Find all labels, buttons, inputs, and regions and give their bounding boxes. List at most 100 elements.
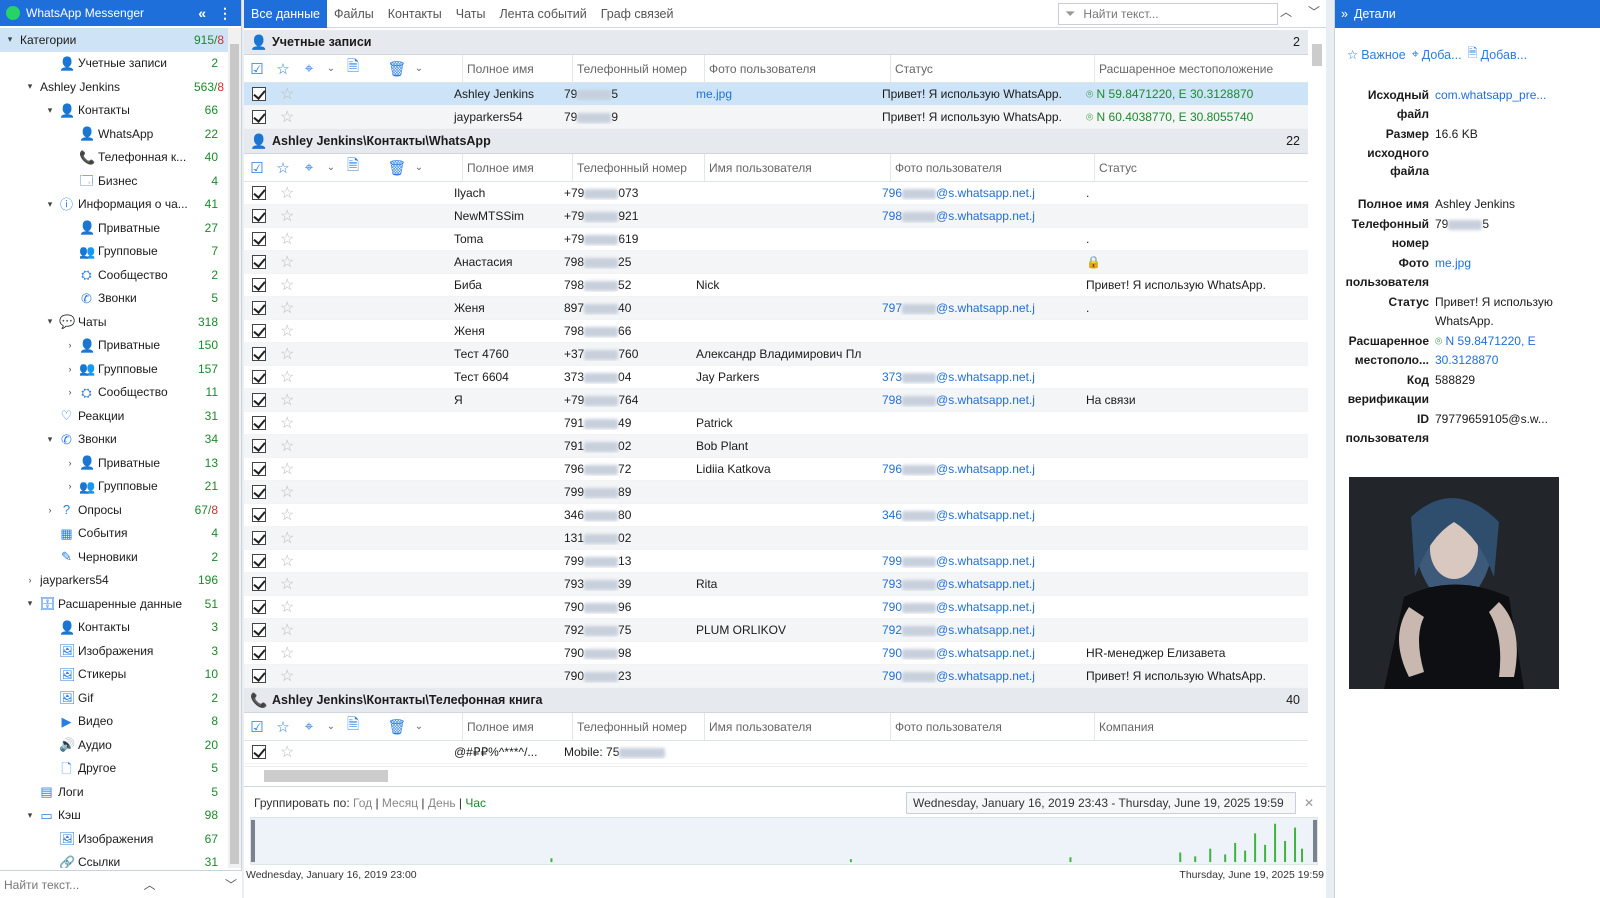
toggle-icon[interactable]: ▾ <box>44 105 56 116</box>
star-icon[interactable]: ☆ <box>280 390 300 410</box>
tree-item[interactable]: ▾ ⓘ Информация о ча... 41 <box>0 193 228 217</box>
row-checkbox[interactable] <box>252 508 266 522</box>
star-icon[interactable]: ☆ <box>270 718 296 736</box>
tree-item[interactable]: 🔗 Ссылки 31 <box>0 851 228 868</box>
star-icon[interactable]: ☆ <box>280 107 300 127</box>
details-action[interactable]: ☆ Важное <box>1347 44 1406 65</box>
table-row[interactable]: ☆ Биба 798 52 Nick Привет! Я использую WhatsA… <box>244 274 1308 297</box>
table-row[interactable]: ☆ Ilyach +79 073 796 @s.whatsapp.net.j. <box>244 182 1308 205</box>
tree-item[interactable]: 🖼 Стикеры 10 <box>0 663 228 687</box>
table-row[interactable]: ☆ Женя 798 66 <box>244 320 1308 343</box>
star-icon[interactable]: ☆ <box>280 229 300 249</box>
group-by-option[interactable]: Час <box>465 796 486 810</box>
toggle-icon[interactable]: ▾ <box>24 81 36 92</box>
table-row[interactable]: ☆ 796 72 Lidiia Katkova 796 @s.whatsapp.net.j <box>244 458 1308 481</box>
row-checkbox[interactable] <box>252 669 266 683</box>
toggle-icon[interactable]: ▾ <box>24 598 36 609</box>
row-checkbox[interactable] <box>252 393 266 407</box>
details-action[interactable]: 🗎 Добав... <box>1468 44 1528 65</box>
column-header[interactable]: Телефонный номер <box>572 154 704 181</box>
row-checkbox[interactable] <box>252 439 266 453</box>
tag-icon[interactable]: ⌖ <box>296 60 322 77</box>
dropdown-icon[interactable]: ⌄ <box>322 721 340 732</box>
star-icon[interactable]: ☆ <box>280 275 300 295</box>
row-checkbox[interactable] <box>252 278 266 292</box>
row-checkbox[interactable] <box>252 646 266 660</box>
star-icon[interactable]: ☆ <box>280 643 300 663</box>
dropdown-icon[interactable]: ⌄ <box>410 162 428 173</box>
close-icon[interactable]: ✕ <box>1304 796 1314 810</box>
group-by-option[interactable]: Год <box>353 796 372 810</box>
tree-item[interactable]: ▾ 🗄 Расшаренные данные 51 <box>0 592 228 616</box>
table-row[interactable]: ☆ 790 96 790 @s.whatsapp.net.j <box>244 596 1308 619</box>
tab-4[interactable]: Лента событий <box>492 0 593 28</box>
row-checkbox[interactable] <box>252 87 266 101</box>
column-header[interactable]: Фото пользователя <box>890 154 1094 181</box>
table-row[interactable]: ☆ @#₽₽%^***^/... Mobile: 75 <box>244 741 1308 764</box>
export-icon[interactable]: 🗎 <box>340 155 366 180</box>
toggle-icon[interactable]: › <box>24 575 36 585</box>
details-action[interactable]: ⌖ Доба... <box>1412 44 1462 65</box>
column-header[interactable]: Статус <box>890 55 1094 82</box>
star-icon[interactable]: ☆ <box>280 505 300 525</box>
table-row[interactable]: ☆ Женя 897 40 797 @s.whatsapp.net.j. <box>244 297 1308 320</box>
star-icon[interactable]: ☆ <box>280 367 300 387</box>
tree-item[interactable]: 👥 Групповые 7 <box>0 240 228 264</box>
tree-item[interactable]: 🖼 Изображения 67 <box>0 827 228 851</box>
row-checkbox[interactable] <box>252 255 266 269</box>
more-menu-icon[interactable]: ⋮ <box>215 5 235 22</box>
star-icon[interactable]: ☆ <box>280 742 300 762</box>
export-icon[interactable]: 🗎 <box>340 56 366 81</box>
toggle-icon[interactable]: › <box>44 505 56 515</box>
star-icon[interactable]: ☆ <box>280 183 300 203</box>
search-next-icon[interactable]: ﹀ <box>220 876 242 893</box>
row-checkbox[interactable] <box>252 232 266 246</box>
section-header[interactable]: 👤 Учетные записи 2 <box>244 30 1308 55</box>
tree-item[interactable]: 🗔 Бизнес 4 <box>0 169 228 193</box>
tree-item[interactable]: › 👥 Групповые 157 <box>0 357 228 381</box>
column-header[interactable]: Компания <box>1094 713 1308 740</box>
toggle-icon[interactable]: › <box>64 458 76 468</box>
star-icon[interactable]: ☆ <box>280 459 300 479</box>
collapse-panel-icon[interactable]: « <box>195 5 209 21</box>
toggle-icon[interactable]: ▾ <box>44 199 56 210</box>
column-header[interactable]: Расшаренное местоположение <box>1094 55 1308 82</box>
tree-item[interactable]: › ⛭ Сообщество 11 <box>0 381 228 405</box>
table-row[interactable]: ☆ Toma +79 619. <box>244 228 1308 251</box>
table-row[interactable]: ☆ 346 80 346 @s.whatsapp.net.j <box>244 504 1308 527</box>
row-checkbox[interactable] <box>252 301 266 315</box>
tag-icon[interactable]: ⌖ <box>296 718 322 735</box>
tab-3[interactable]: Чаты <box>449 0 493 28</box>
tree-item[interactable]: 🖼 Изображения 3 <box>0 639 228 663</box>
row-checkbox[interactable] <box>252 416 266 430</box>
column-header[interactable]: Фото пользователя <box>704 55 890 82</box>
tree-item[interactable]: 📞 Телефонная к... 40 <box>0 146 228 170</box>
toggle-icon[interactable]: › <box>64 364 76 374</box>
table-row[interactable]: ☆ 792 75 PLUM ORLIKOV 792 @s.whatsapp.net.j <box>244 619 1308 642</box>
table-row[interactable]: ☆ Ashley Jenkins 79 5 me.jpg Привет! Я исполь… <box>244 83 1308 106</box>
table-row[interactable]: ☆ 799 13 799 @s.whatsapp.net.j <box>244 550 1308 573</box>
row-checkbox[interactable] <box>252 110 266 124</box>
row-checkbox[interactable] <box>252 554 266 568</box>
search-next-icon[interactable]: ﹀ <box>1308 3 1320 25</box>
star-icon[interactable]: ☆ <box>270 60 296 78</box>
delete-icon[interactable]: 🗑 <box>384 718 410 736</box>
star-icon[interactable]: ☆ <box>280 252 300 272</box>
toggle-icon[interactable]: ▾ <box>24 810 36 821</box>
tag-icon[interactable]: ⌖ <box>296 159 322 176</box>
group-by-option[interactable]: Месяц <box>382 796 418 810</box>
center-search-box[interactable]: ⏷ Найти текст... <box>1058 3 1278 25</box>
search-prev-icon[interactable]: ︿ <box>1280 3 1292 25</box>
tree-item[interactable]: ▶ Видео 8 <box>0 710 228 734</box>
tree-item[interactable]: ✎ Черновики 2 <box>0 545 228 569</box>
grid-hscrollbar[interactable] <box>244 766 1308 784</box>
filter-icon[interactable]: ⏷ <box>1065 6 1075 22</box>
column-header[interactable]: Телефонный номер <box>572 55 704 82</box>
group-by-option[interactable]: День <box>428 796 456 810</box>
table-row[interactable]: ☆ 790 23 790 @s.whatsapp.net.j Привет! Я испо… <box>244 665 1308 688</box>
tree-item[interactable]: ▾ Категории 915/8 <box>0 28 228 52</box>
delete-icon[interactable]: 🗑 <box>384 60 410 78</box>
tree-item[interactable]: ⛭ Сообщество 2 <box>0 263 228 287</box>
tab-2[interactable]: Контакты <box>381 0 449 28</box>
left-search-box[interactable]: Найти текст... ︿ ﹀ <box>0 870 242 898</box>
